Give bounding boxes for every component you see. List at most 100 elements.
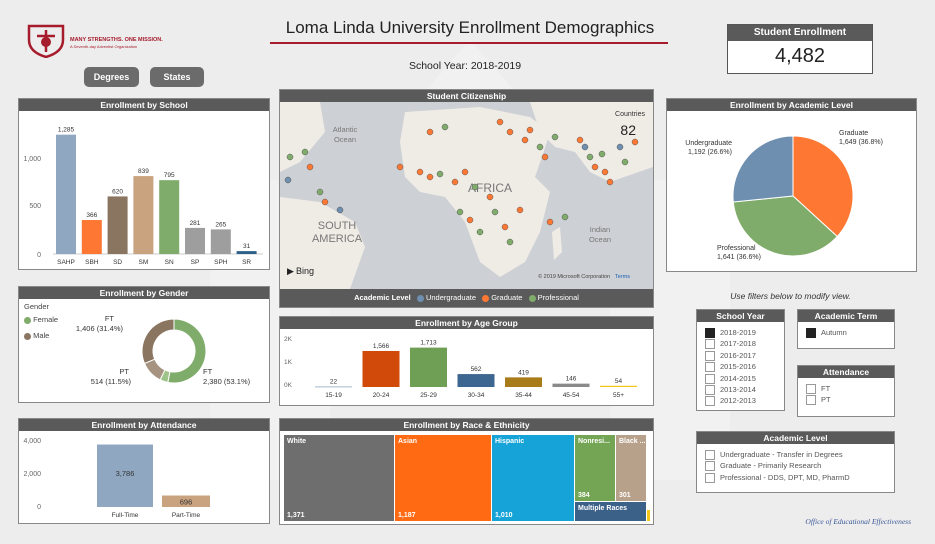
map-marker[interactable] bbox=[616, 143, 624, 151]
checkbox[interactable] bbox=[806, 395, 816, 406]
checkbox[interactable] bbox=[705, 328, 715, 339]
bar-sd[interactable] bbox=[107, 196, 128, 254]
bar-30-34[interactable] bbox=[457, 374, 495, 387]
checkbox[interactable] bbox=[705, 384, 715, 395]
legend-label[interactable]: Undergraduate bbox=[426, 293, 476, 302]
map-marker[interactable] bbox=[436, 170, 444, 178]
bar-category-label: SPH bbox=[214, 259, 228, 266]
bar-sp[interactable] bbox=[185, 227, 205, 254]
map-marker[interactable] bbox=[461, 168, 469, 176]
checkbox[interactable] bbox=[705, 461, 715, 472]
map-marker[interactable] bbox=[451, 178, 459, 186]
map-marker[interactable] bbox=[541, 153, 549, 161]
checkbox[interactable] bbox=[705, 396, 715, 407]
filter-option[interactable]: Professional - DDS, DPT, MD, PharmD bbox=[705, 472, 850, 483]
slice-undergraduate[interactable] bbox=[732, 135, 794, 203]
bar-20-24[interactable] bbox=[362, 350, 400, 387]
filter-option[interactable]: 2015-2016 bbox=[705, 361, 756, 373]
treemap-cell-other[interactable] bbox=[647, 510, 650, 521]
map-marker[interactable] bbox=[501, 223, 509, 231]
bar-sph[interactable] bbox=[210, 229, 231, 254]
map-marker[interactable] bbox=[621, 158, 629, 166]
checkbox[interactable] bbox=[705, 362, 715, 373]
map-marker[interactable] bbox=[471, 183, 479, 191]
map-marker[interactable] bbox=[336, 206, 344, 214]
bar-sn[interactable] bbox=[159, 180, 180, 254]
bar-55-[interactable] bbox=[600, 385, 637, 387]
treemap-cell-nonresi[interactable]: Nonresi... 384 bbox=[575, 435, 615, 501]
filter-option[interactable]: 2017-2018 bbox=[705, 338, 756, 350]
map-marker[interactable] bbox=[526, 126, 534, 134]
checkbox[interactable] bbox=[705, 373, 715, 384]
bar-15-19[interactable] bbox=[315, 386, 352, 388]
map-marker[interactable] bbox=[631, 138, 639, 146]
filter-option[interactable]: 2013-2014 bbox=[705, 384, 756, 395]
treemap-cell-black[interactable]: Black ... 301 bbox=[616, 435, 646, 501]
checkbox[interactable] bbox=[806, 384, 816, 395]
treemap-cell-multiple-races[interactable]: Multiple Races bbox=[575, 502, 646, 521]
map-marker[interactable] bbox=[598, 150, 606, 158]
map-marker[interactable] bbox=[581, 143, 589, 151]
map-marker[interactable] bbox=[476, 228, 484, 236]
filter-option[interactable]: 2012-2013 bbox=[705, 395, 756, 407]
checkbox[interactable] bbox=[705, 450, 715, 461]
filter-option[interactable]: Graduate - Primarily Research bbox=[705, 460, 850, 472]
map-marker[interactable] bbox=[521, 136, 529, 144]
map-marker[interactable] bbox=[441, 123, 449, 131]
map-marker[interactable] bbox=[561, 213, 569, 221]
checkbox[interactable] bbox=[705, 350, 715, 361]
map-marker[interactable] bbox=[316, 188, 324, 196]
world-map[interactable]: Atlantic Ocean AFRICA SOUTH AMERICA Indi… bbox=[280, 102, 653, 289]
map-marker[interactable] bbox=[496, 118, 504, 126]
filter-option[interactable]: 2016-2017 bbox=[705, 350, 756, 361]
bar-sbh[interactable] bbox=[81, 220, 102, 254]
map-marker[interactable] bbox=[591, 163, 599, 171]
bar-25-29[interactable] bbox=[410, 347, 447, 387]
states-button[interactable]: States bbox=[150, 67, 204, 87]
map-marker[interactable] bbox=[306, 163, 314, 171]
filter-option[interactable]: Autumn bbox=[806, 327, 847, 339]
filter-option[interactable]: Undergraduate - Transfer in Degrees bbox=[705, 449, 850, 461]
map-marker[interactable] bbox=[426, 128, 434, 136]
degrees-button[interactable]: Degrees bbox=[84, 67, 139, 87]
filter-option[interactable]: 2014-2015 bbox=[705, 373, 756, 384]
map-marker[interactable] bbox=[321, 198, 329, 206]
map-marker[interactable] bbox=[491, 208, 499, 216]
filter-option[interactable]: FT bbox=[806, 383, 831, 395]
map-marker[interactable] bbox=[506, 238, 514, 246]
checkbox[interactable] bbox=[705, 339, 715, 350]
filter-option[interactable]: PT bbox=[806, 394, 831, 406]
map-marker[interactable] bbox=[416, 168, 424, 176]
map-marker[interactable] bbox=[396, 163, 404, 171]
bar-sahp[interactable] bbox=[56, 134, 76, 254]
checkbox[interactable] bbox=[705, 472, 715, 483]
bar-45-54[interactable] bbox=[552, 383, 590, 387]
map-marker[interactable] bbox=[426, 173, 434, 181]
bar-sr[interactable] bbox=[236, 251, 257, 254]
map-marker[interactable] bbox=[606, 178, 614, 186]
map-marker[interactable] bbox=[284, 176, 292, 184]
treemap-cell-white[interactable]: White 1,371 bbox=[284, 435, 394, 521]
legend-label[interactable]: Professional bbox=[538, 293, 579, 302]
map-marker[interactable] bbox=[286, 153, 294, 161]
map-marker[interactable] bbox=[456, 208, 464, 216]
checkbox[interactable] bbox=[806, 328, 816, 339]
map-marker[interactable] bbox=[551, 133, 559, 141]
map-marker[interactable] bbox=[301, 148, 309, 156]
treemap-cell-asian[interactable]: Asian 1,187 bbox=[395, 435, 491, 521]
map-marker[interactable] bbox=[486, 193, 494, 201]
map-marker[interactable] bbox=[586, 153, 594, 161]
treemap-cell-hispanic[interactable]: Hispanic 1,010 bbox=[492, 435, 574, 521]
legend-label[interactable]: Graduate bbox=[491, 293, 522, 302]
map-marker[interactable] bbox=[601, 168, 609, 176]
map-marker[interactable] bbox=[576, 136, 584, 144]
map-marker[interactable] bbox=[516, 206, 524, 214]
bar-sm[interactable] bbox=[133, 176, 154, 254]
map-marker[interactable] bbox=[546, 218, 554, 226]
map-marker[interactable] bbox=[466, 216, 474, 224]
map-marker[interactable] bbox=[536, 143, 544, 151]
bar-35-44[interactable] bbox=[505, 377, 542, 387]
slice-male-ft[interactable] bbox=[141, 318, 175, 365]
map-marker[interactable] bbox=[506, 128, 514, 136]
filter-option[interactable]: 2018-2019 bbox=[705, 327, 756, 339]
